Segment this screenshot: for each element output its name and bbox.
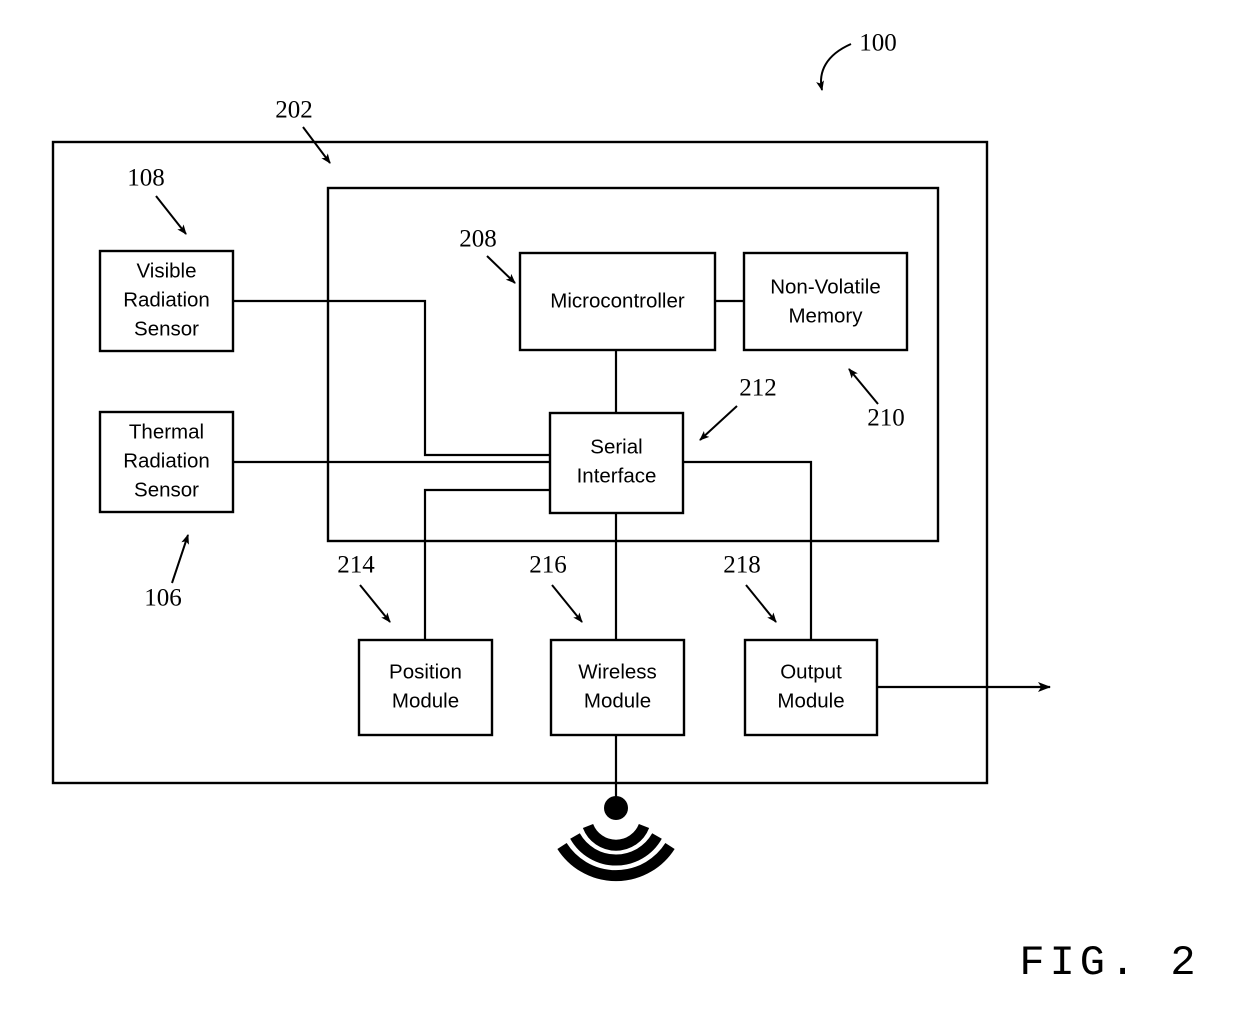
- thermal-radiation-sensor-label-line2: Radiation: [123, 449, 210, 472]
- ref-leader-100: 100: [816, 30, 897, 91]
- ref-numeral-202: 202: [275, 97, 313, 124]
- ref-leader-106: 106: [144, 534, 189, 612]
- block-position-module: Position Module: [357, 638, 494, 737]
- ref-numeral-106: 106: [144, 585, 182, 612]
- serial-interface-label-line1: Serial: [590, 435, 642, 458]
- patent-figure-root: Visible Radiation Sensor Thermal Radiati…: [0, 0, 1240, 1020]
- ref-leader-line-210: [848, 368, 879, 405]
- figure-caption: FIG. 2: [1019, 939, 1200, 987]
- ref-leader-line-108: [155, 195, 187, 235]
- ref-leader-216: 216: [529, 552, 583, 623]
- visible-radiation-sensor-label-line3: Sensor: [134, 317, 199, 340]
- ref-numeral-108: 108: [127, 165, 165, 192]
- wireless-module-box: [549, 638, 686, 737]
- ref-leader-202: 202: [275, 97, 331, 164]
- connection-visible-sensor-to-serial: [233, 299, 550, 457]
- ref-numeral-210: 210: [867, 405, 905, 432]
- ref-numeral-216: 216: [529, 552, 567, 579]
- position-module-label-line2: Module: [392, 689, 459, 712]
- ref-leader-line-214: [359, 584, 391, 623]
- block-thermal-radiation-sensor: Thermal Radiation Sensor: [98, 410, 235, 514]
- microcontroller-label: Microcontroller: [550, 289, 685, 312]
- visible-radiation-sensor-label-line1: Visible: [136, 259, 196, 282]
- ref-leader-line-212: [699, 405, 738, 441]
- visible-radiation-sensor-label-line2: Radiation: [123, 288, 210, 311]
- antenna-node-dot: [604, 796, 628, 820]
- ref-leader-108: 108: [127, 165, 187, 235]
- ref-numeral-100: 100: [859, 30, 897, 57]
- ref-leader-218: 218: [723, 552, 777, 623]
- ref-leader-214: 214: [337, 552, 391, 623]
- non-volatile-memory-box: [742, 251, 909, 352]
- output-module-box: [743, 638, 879, 737]
- ref-leader-line-208: [486, 255, 516, 284]
- ref-leader-212: 212: [699, 375, 777, 441]
- ref-numeral-218: 218: [723, 552, 761, 579]
- output-module-label-line1: Output: [780, 660, 842, 683]
- patent-figure-2: Visible Radiation Sensor Thermal Radiati…: [51, 30, 1200, 987]
- non-volatile-memory-label-line2: Memory: [788, 304, 863, 327]
- serial-interface-label-line2: Interface: [577, 464, 657, 487]
- ref-leader-line-216: [551, 584, 583, 623]
- output-module-label-line2: Module: [777, 689, 844, 712]
- ref-numeral-212: 212: [739, 375, 777, 402]
- wireless-module-label-line2: Module: [584, 689, 651, 712]
- block-non-volatile-memory: Non-Volatile Memory: [742, 251, 909, 352]
- block-output-module: Output Module: [743, 638, 879, 737]
- non-volatile-memory-label-line1: Non-Volatile: [770, 275, 881, 298]
- block-wireless-module: Wireless Module: [549, 638, 686, 737]
- block-microcontroller: Microcontroller: [518, 251, 717, 352]
- block-visible-radiation-sensor: Visible Radiation Sensor: [98, 249, 235, 353]
- ref-leader-line-106: [171, 534, 189, 584]
- thermal-radiation-sensor-label-line3: Sensor: [134, 478, 199, 501]
- ref-numeral-208: 208: [459, 226, 497, 253]
- ref-leader-208: 208: [459, 226, 516, 284]
- ref-leader-line-100: [816, 43, 852, 91]
- ref-leader-line-202: [302, 126, 331, 164]
- position-module-label-line1: Position: [389, 660, 462, 683]
- position-module-box: [357, 638, 494, 737]
- antenna-broadcast-icon: [557, 796, 675, 882]
- antenna-arc-inner: [582, 823, 650, 851]
- wireless-module-label-line1: Wireless: [578, 660, 657, 683]
- ref-numeral-214: 214: [337, 552, 375, 579]
- block-serial-interface: Serial Interface: [548, 411, 685, 515]
- ref-leader-line-218: [745, 584, 777, 623]
- serial-interface-box: [548, 411, 685, 515]
- thermal-radiation-sensor-label-line1: Thermal: [129, 420, 204, 443]
- ref-leader-210: 210: [848, 368, 905, 432]
